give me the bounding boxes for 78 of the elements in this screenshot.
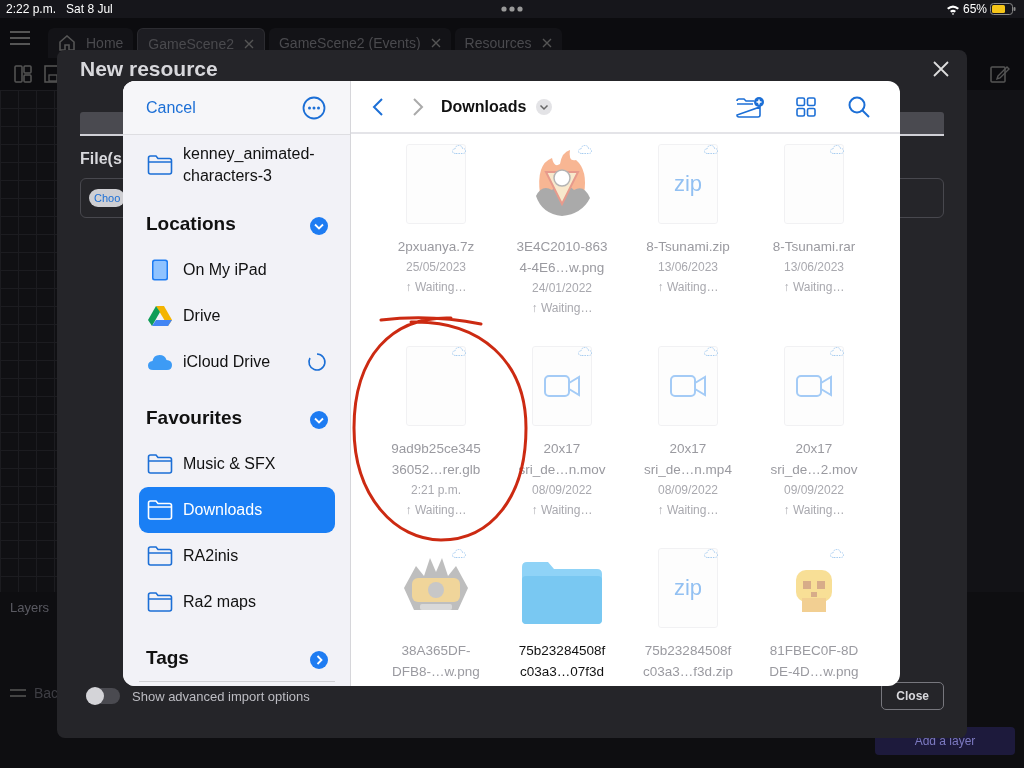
file-date: 08/09/2022 [657,482,719,499]
sidebar-item[interactable]: Music & SFX [139,441,335,487]
toggle-label: Show advanced import options [132,688,310,704]
sidebar-item[interactable]: kenney_animated-characters-3 [139,139,335,191]
upload-status: ↑ Waiting… [531,502,593,519]
folder-icon[interactable] [522,562,602,624]
forward-icon[interactable] [411,96,425,117]
folder-icon [147,592,173,612]
back-icon[interactable] [371,96,385,117]
more-options-icon[interactable] [302,95,326,120]
close-icon[interactable] [243,38,254,49]
cloud-icon [147,353,173,371]
file-name: 75b23284508f c03a3…07f3d [518,642,606,681]
upload-status: ↑ Waiting… [531,300,593,317]
status-time: 2:22 p.m. [6,2,57,16]
file-date: 08/09/2022 [531,482,593,499]
folder-icon [147,546,173,566]
sidebar-item[interactable]: Downloads [139,487,335,533]
drag-handle-icon[interactable] [10,689,26,697]
battery-percent: 65% [962,2,987,16]
file-name: 3E4C2010-863 4-4E6…w.png [516,238,608,277]
search-icon[interactable] [848,95,870,118]
menu-icon[interactable] [10,31,30,45]
grid-view-icon[interactable] [796,96,816,117]
dropdown-chevron-icon[interactable] [536,98,553,115]
upload-status: ↑ Waiting… [405,279,467,296]
file-name: 75b23284508f c03a3…f3d.zip [642,642,734,681]
section-header: Favourites [146,407,243,429]
sidebar-item[interactable]: Drive [139,293,335,339]
close-icon[interactable] [541,38,552,48]
file-date: 13/06/2023 [783,259,845,276]
file-name: 20x17 sri_de…n.mp4 [644,440,732,479]
upload-status: ↑ Waiting… [405,502,467,519]
panel-title: Layers [10,600,50,615]
status-date: Sat 8 Jul [66,2,113,16]
folder-title[interactable]: Downloads [441,97,527,116]
file-date: 2:21 p.m. [411,482,461,499]
upload-status: ↑ Waiting… [657,279,719,296]
sidebar-item[interactable]: RA2inis [139,533,335,579]
folder-icon [147,155,173,175]
file-name: 38A365DF- DFB8-…w.png [392,642,480,681]
close-icon[interactable] [430,38,441,48]
section-header: Tags [146,647,189,669]
collapse-chevron-icon[interactable] [310,411,328,429]
expand-chevron-icon[interactable] [310,651,328,669]
upload-status: ↑ Waiting… [783,502,845,519]
file-name: 81FBEC0F-8D DE-4D…w.png [769,642,859,681]
collapse-chevron-icon[interactable] [310,217,328,235]
home-icon [58,35,76,51]
upload-status: ↑ Waiting… [657,502,719,519]
cancel-button[interactable]: Cancel [146,98,196,117]
file-date: 13/06/2023 [657,259,719,276]
choose-button[interactable]: Choo [89,189,126,207]
new-folder-icon[interactable] [736,95,764,118]
toggle-switch[interactable] [86,688,120,704]
file-name: 8-Tsunami.rar [772,238,856,256]
sidebar-item[interactable]: On My iPad [139,247,335,293]
section-header: Locations [146,213,236,235]
file-name: 9ad9b25ce345 36052…rer.glb [391,440,481,479]
sidebar-item[interactable]: Ra2 maps [139,579,335,625]
folder-icon [147,500,173,520]
file-name: 2pxuanya.7z [397,238,475,256]
more-dots-icon[interactable] [501,6,523,12]
files-label: File(s [80,150,122,168]
file-date: 25/05/2023 [405,259,467,276]
dialog-title: New resource [80,57,218,81]
wifi-icon [945,3,960,15]
file-name: 20x17 sri_de…2.mov [770,440,858,479]
sidebar-item[interactable]: iCloud Drive [139,339,335,385]
upload-status: ↑ Waiting… [783,279,845,296]
file-name: 8-Tsunami.zip [646,238,730,256]
file-date: 24/01/2022 [531,280,593,297]
drive-icon [147,305,173,327]
folder-icon [147,454,173,474]
layout-icon[interactable] [14,65,32,83]
edit-icon[interactable] [990,64,1010,84]
battery-icon [990,3,1016,15]
file-date: 09/09/2022 [783,482,845,499]
